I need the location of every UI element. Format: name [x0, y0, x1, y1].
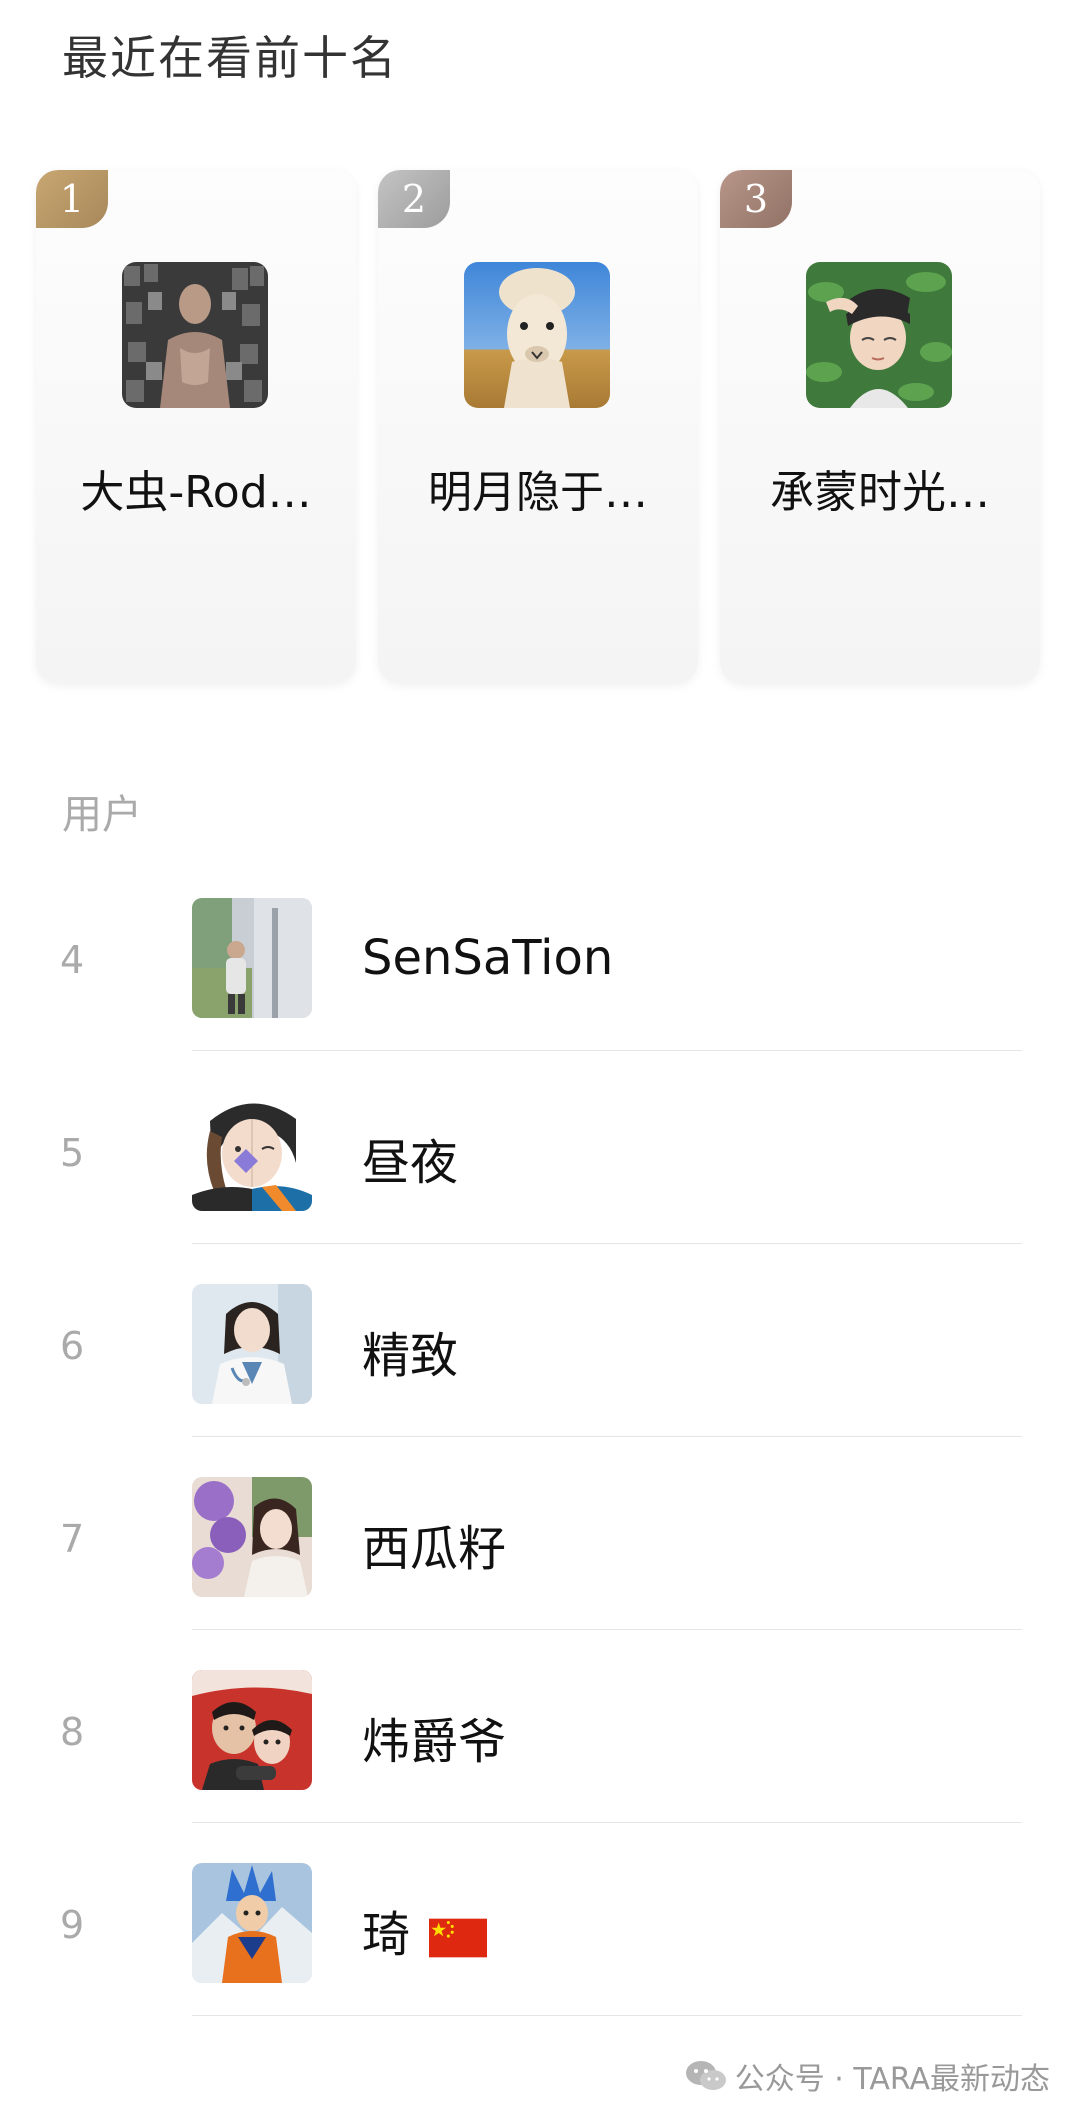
footer-text: 公众号 · TARA最新动态 — [734, 2062, 1050, 2097]
user-rank: 4 — [60, 938, 85, 982]
user-rank: 8 — [60, 1710, 85, 1754]
row-divider — [192, 1050, 1022, 1051]
user-rank: 7 — [60, 1517, 85, 1561]
top-card-3[interactable]: 3 承蒙时光… — [720, 170, 1040, 684]
user-name: 炜爵爷 — [362, 1714, 507, 1770]
rank-badge-gold: 1 — [36, 170, 108, 228]
top-card-name: 承蒙时光… — [770, 467, 990, 518]
girl-balloons-avatar — [192, 1477, 312, 1597]
goku-avatar — [192, 1863, 312, 1983]
row-divider — [192, 1243, 1022, 1244]
section-label-users: 用户 — [62, 792, 142, 838]
user-row[interactable]: 9 琦 — [0, 1853, 1080, 2046]
user-row[interactable]: 7 西瓜籽 — [0, 1467, 1080, 1660]
top-three-cards: 1 大虫-Rod… 2 明月隐于… 3 承蒙时光… — [36, 170, 1044, 686]
user-name: 琦 — [362, 1895, 488, 1965]
top-card-name: 大虫-Rod… — [80, 467, 312, 518]
split-face-anime-avatar — [192, 1091, 312, 1211]
user-row[interactable]: 4 SenSaTion — [0, 888, 1080, 1081]
row-divider — [192, 1822, 1022, 1823]
wechat-icon — [685, 2061, 726, 2090]
rank-badge-bronze: 3 — [720, 170, 792, 228]
user-list: 4 SenSaTion 5 昼夜 6 精致 7 西瓜籽 8 炜爵爷 9 琦 — [0, 888, 1080, 2046]
row-divider — [192, 1436, 1022, 1437]
user-rank: 9 — [60, 1903, 85, 1947]
user-name: 西瓜籽 — [362, 1521, 507, 1577]
outdoor-person-avatar — [192, 898, 312, 1018]
top-card-2[interactable]: 2 明月隐于… — [378, 170, 698, 684]
muscle-man-collage-avatar — [122, 262, 268, 408]
couple-avatar — [192, 1670, 312, 1790]
user-name: 昼夜 — [362, 1135, 459, 1191]
rank-badge-silver: 2 — [378, 170, 450, 228]
anime-boy-leaves-avatar — [806, 262, 952, 408]
user-row[interactable]: 5 昼夜 — [0, 1081, 1080, 1274]
top-card-name: 明月隐于… — [428, 467, 648, 518]
row-divider — [192, 1629, 1022, 1630]
user-name: 精致 — [362, 1328, 459, 1384]
user-rank: 5 — [60, 1131, 85, 1175]
user-row[interactable]: 6 精致 — [0, 1274, 1080, 1467]
footer-watermark: 公众号 · TARA最新动态 — [685, 2054, 1050, 2098]
user-name-text: 琦 — [362, 1907, 411, 1963]
page-title: 最近在看前十名 — [62, 31, 398, 85]
user-row[interactable]: 8 炜爵爷 — [0, 1660, 1080, 1853]
top-card-1[interactable]: 1 大虫-Rod… — [36, 170, 356, 684]
alpaca-avatar — [464, 262, 610, 408]
row-divider — [192, 2015, 1022, 2016]
user-rank: 6 — [60, 1324, 85, 1368]
china-flag-icon — [429, 1918, 488, 1958]
user-name: SenSaTion — [362, 930, 614, 986]
doctor-avatar — [192, 1284, 312, 1404]
